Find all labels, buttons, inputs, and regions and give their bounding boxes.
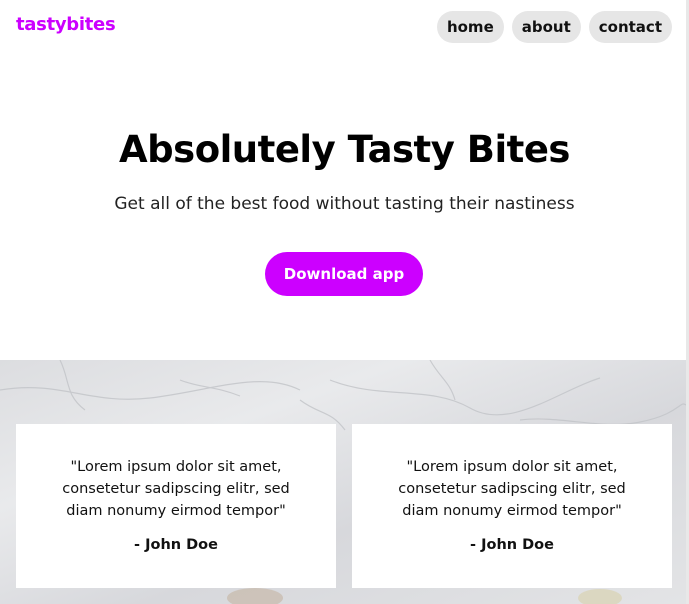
main-nav: home about contact (436, 11, 672, 43)
nav-about-link[interactable]: about (511, 11, 581, 43)
testimonial-author: - John Doe (470, 537, 554, 553)
testimonial-card: "Lorem ipsum dolor sit amet, consetetur … (16, 424, 336, 588)
hero-subtitle: Get all of the best food without tasting… (114, 194, 575, 214)
download-app-button[interactable]: Download app (265, 252, 423, 296)
brand-logo[interactable]: tastybites (16, 14, 116, 35)
testimonial-author: - John Doe (134, 537, 218, 553)
hero-title: Absolutely Tasty Bites (119, 128, 570, 171)
landing-page: tastybites home about contact Absolutely… (0, 0, 689, 604)
nav-contact-link[interactable]: contact (588, 11, 672, 43)
testimonial-card: "Lorem ipsum dolor sit amet, consetetur … (352, 424, 672, 588)
nav-home-link[interactable]: home (436, 11, 504, 43)
testimonials-section: "Lorem ipsum dolor sit amet, consetetur … (0, 360, 686, 604)
testimonial-quote: "Lorem ipsum dolor sit amet, consetetur … (398, 459, 626, 519)
testimonial-quote: "Lorem ipsum dolor sit amet, consetetur … (62, 459, 290, 519)
